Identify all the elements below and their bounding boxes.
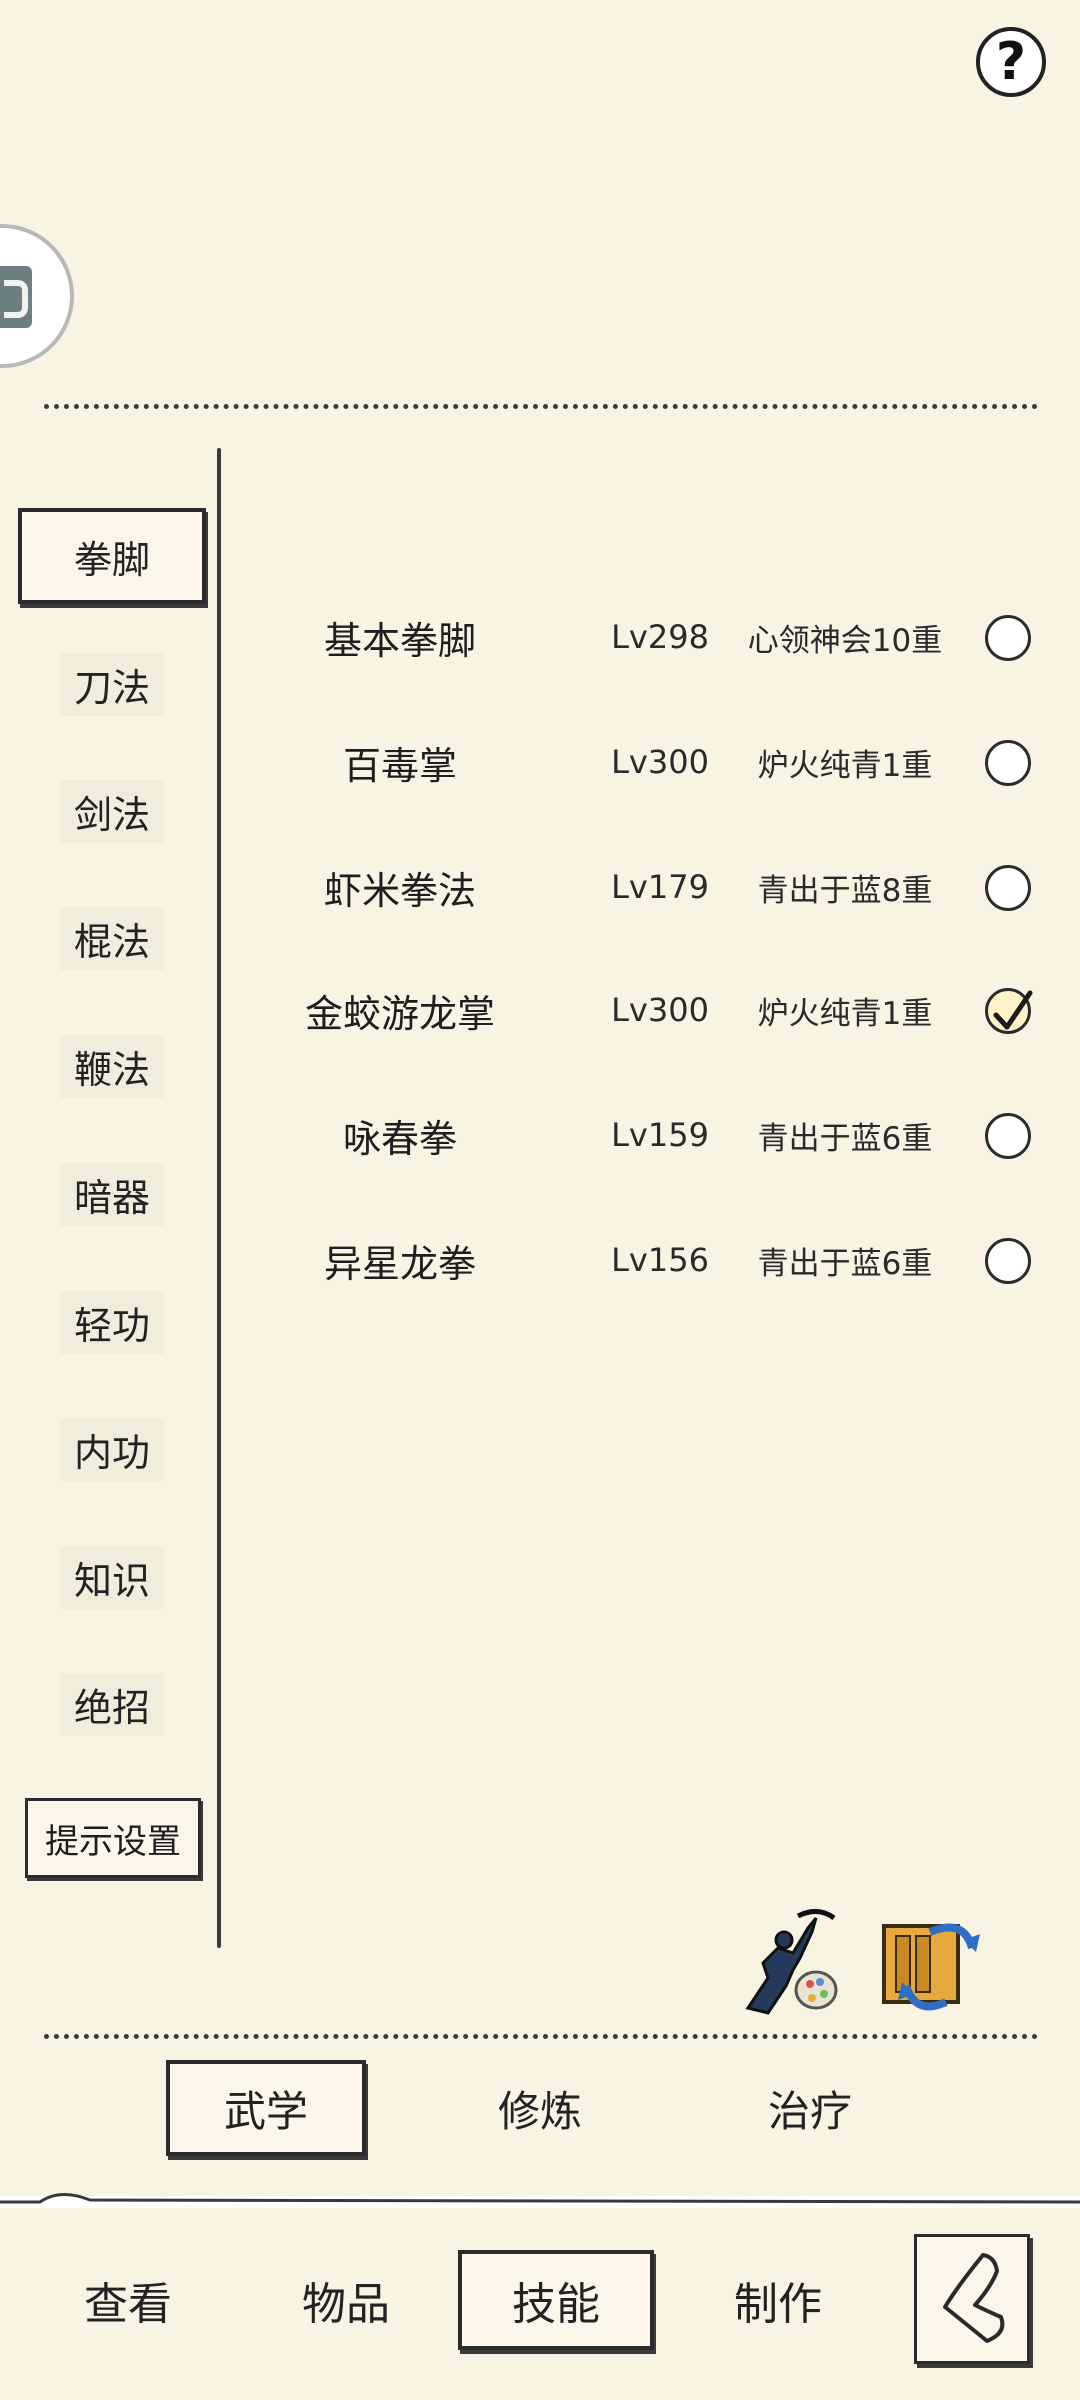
back-button[interactable] [914,2234,1030,2364]
category-bianfa[interactable]: 鞭法 [18,1018,206,1114]
category-label: 剑法 [59,779,164,843]
skill-rank: 青出于蓝8重 [757,872,933,909]
help-button[interactable]: ? [976,27,1046,97]
skill-name: 虾米拳法 [323,868,476,913]
top-divider [44,404,1038,409]
subtab-zhiliao[interactable]: 治疗 [710,2060,910,2156]
skill-row[interactable]: 基本拳脚 Lv298 心领神会10重 [260,592,1050,682]
category-anqi[interactable]: 暗器 [18,1146,206,1242]
nav-view[interactable]: 查看 [30,2250,226,2350]
skill-select-radio[interactable] [985,865,1031,911]
skill-name: 异星龙拳 [323,1241,476,1286]
brush-divider [0,2193,1080,2204]
skill-name: 百毒掌 [342,743,457,788]
skills-screen: ? 拳脚 刀法 剑法 棍法 鞭法 暗器 轻功 内功 知识 绝招 提示设置 基本拳… [0,0,1080,2400]
category-gunfa[interactable]: 棍法 [18,890,206,986]
category-label: 轻功 [59,1290,164,1354]
skill-select-radio[interactable] [985,615,1031,661]
skill-level: Lv300 [611,743,709,781]
category-label: 刀法 [59,652,164,716]
skill-select-radio[interactable] [985,1238,1031,1284]
category-daofa[interactable]: 刀法 [18,636,206,732]
skill-name: 咏春拳 [342,1116,457,1161]
skill-name: 基本拳脚 [323,618,476,663]
nav-items[interactable]: 物品 [248,2250,444,2350]
subtab-wuxue[interactable]: 武学 [166,2060,366,2156]
scroll-swap-icon[interactable] [876,1912,980,2012]
skill-level: Lv179 [611,868,709,906]
skill-rank: 心领神会10重 [747,622,943,659]
side-avatar-icon[interactable] [0,224,74,368]
category-quanjiao[interactable]: 拳脚 [18,508,206,604]
category-zhishi[interactable]: 知识 [18,1529,206,1625]
category-jianfa[interactable]: 剑法 [18,763,206,859]
skill-level: Lv300 [611,991,709,1029]
skill-rank: 炉火纯青1重 [757,747,933,784]
skill-row[interactable]: 虾米拳法 Lv179 青出于蓝8重 [260,842,1050,932]
back-arrow-icon [943,2253,1005,2343]
column-divider [217,448,221,1948]
skill-row[interactable]: 金蛟游龙掌 Lv300 炉火纯青1重 [260,965,1050,1055]
skill-rank: 青出于蓝6重 [757,1120,933,1157]
category-label: 绝招 [59,1672,164,1736]
skill-name: 金蛟游龙掌 [304,991,495,1036]
skill-level: Lv159 [611,1116,709,1154]
category-juezhao[interactable]: 绝招 [18,1656,206,1752]
skill-select-radio[interactable] [985,988,1033,1034]
skill-row[interactable]: 咏春拳 Lv159 青出于蓝6重 [260,1090,1050,1180]
nav-skills[interactable]: 技能 [458,2250,654,2350]
middle-divider [44,2034,1038,2039]
martial-artist-palette-icon[interactable] [738,1908,838,2015]
skill-row[interactable]: 百毒掌 Lv300 炉火纯青1重 [260,717,1050,807]
skill-level: Lv298 [611,618,709,656]
category-qinggong[interactable]: 轻功 [18,1274,206,1370]
category-label: 拳脚 [73,537,150,582]
category-label: 鞭法 [59,1034,164,1098]
skill-row[interactable]: 异星龙拳 Lv156 青出于蓝6重 [260,1215,1050,1305]
skill-rank: 炉火纯青1重 [757,995,933,1032]
checkmark-icon [993,990,1033,1030]
category-label: 知识 [59,1545,164,1609]
skill-select-radio[interactable] [985,740,1031,786]
skill-select-radio[interactable] [985,1113,1031,1159]
category-neigong[interactable]: 内功 [18,1401,206,1497]
category-label: 暗器 [59,1162,164,1226]
category-label: 内功 [59,1417,164,1481]
tip-settings-button[interactable]: 提示设置 [25,1798,201,1878]
subtab-xiulian[interactable]: 修炼 [440,2060,640,2156]
category-label: 棍法 [59,906,164,970]
skill-level: Lv156 [611,1241,709,1279]
skill-rank: 青出于蓝6重 [757,1245,933,1282]
nav-craft[interactable]: 制作 [680,2250,876,2350]
